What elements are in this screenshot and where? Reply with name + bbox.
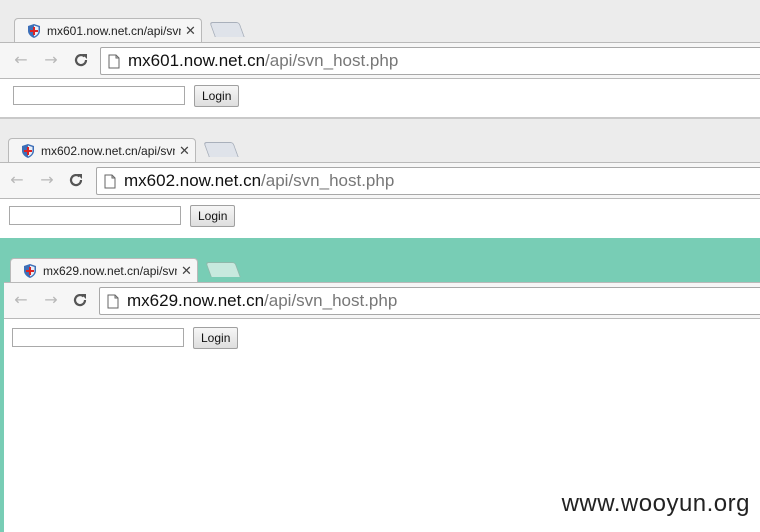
url-text: mx602.now.net.cn/api/svn_host.php: [124, 171, 394, 191]
url-path: /api/svn_host.php: [265, 51, 399, 70]
close-icon[interactable]: ✕: [185, 25, 196, 38]
reload-icon[interactable]: [72, 51, 90, 69]
tab-title: mx602.now.net.cn/api/svn_host.php: [41, 144, 175, 158]
reload-icon[interactable]: [67, 171, 85, 189]
reload-icon[interactable]: [71, 291, 89, 309]
password-input[interactable]: [9, 206, 181, 225]
tab-strip: mx629.now.net.cn/api/svn_host.php ✕: [0, 254, 760, 283]
page-icon: [108, 54, 120, 68]
url-text: mx601.now.net.cn/api/svn_host.php: [128, 51, 398, 71]
new-tab-button[interactable]: [205, 262, 241, 277]
url-path: /api/svn_host.php: [264, 291, 398, 310]
forward-arrow-icon[interactable]: →: [42, 291, 60, 309]
toolbar: ← → mx602.now.net.cn/api/svn_host.php: [0, 162, 760, 199]
shield-favicon-icon: [24, 264, 36, 278]
address-bar[interactable]: mx601.now.net.cn/api/svn_host.php: [100, 47, 760, 75]
tab-mx602[interactable]: mx602.now.net.cn/api/svn_host.php ✕: [8, 138, 196, 163]
forward-arrow-icon[interactable]: →: [38, 171, 56, 189]
shield-favicon-icon: [22, 144, 34, 158]
login-button[interactable]: Login: [190, 205, 236, 227]
url-host: mx602.now.net.cn: [124, 171, 262, 190]
forward-arrow-icon[interactable]: →: [42, 51, 60, 69]
browser-window-1: mx601.now.net.cn/api/svn_host.php ✕ ← → …: [0, 0, 760, 118]
shield-favicon-icon: [28, 24, 40, 38]
browser-window-2: mx602.now.net.cn/api/svn_host.php ✕ ← → …: [0, 119, 760, 238]
page-icon: [107, 294, 119, 308]
url-host: mx601.now.net.cn: [128, 51, 266, 70]
browser-window-3: mx629.now.net.cn/api/svn_host.php ✕ ← → …: [0, 238, 760, 532]
tab-mx629[interactable]: mx629.now.net.cn/api/svn_host.php ✕: [10, 258, 198, 283]
page-content: Login: [0, 198, 760, 238]
password-input[interactable]: [13, 86, 185, 105]
back-arrow-icon[interactable]: ←: [12, 51, 30, 69]
password-input[interactable]: [12, 328, 184, 347]
tab-strip: mx602.now.net.cn/api/svn_host.php ✕: [0, 134, 760, 163]
new-tab-button[interactable]: [203, 142, 239, 157]
page-content: Login: [0, 78, 760, 118]
address-bar[interactable]: mx602.now.net.cn/api/svn_host.php: [96, 167, 760, 195]
close-icon[interactable]: ✕: [179, 145, 190, 158]
url-host: mx629.now.net.cn: [127, 291, 265, 310]
tab-mx601[interactable]: mx601.now.net.cn/api/svn_host.php ✕: [14, 18, 202, 43]
back-arrow-icon[interactable]: ←: [8, 171, 26, 189]
toolbar: ← → mx629.now.net.cn/api/svn_host.php: [4, 282, 760, 319]
page-icon: [104, 174, 116, 188]
close-icon[interactable]: ✕: [181, 265, 192, 278]
tab-title: mx601.now.net.cn/api/svn_host.php: [47, 24, 181, 38]
address-bar[interactable]: mx629.now.net.cn/api/svn_host.php: [99, 287, 760, 315]
tab-title: mx629.now.net.cn/api/svn_host.php: [43, 264, 177, 278]
url-text: mx629.now.net.cn/api/svn_host.php: [127, 291, 397, 311]
url-path: /api/svn_host.php: [261, 171, 395, 190]
back-arrow-icon[interactable]: ←: [12, 291, 30, 309]
new-tab-button[interactable]: [209, 22, 245, 37]
watermark: www.wooyun.org: [561, 490, 750, 517]
toolbar: ← → mx601.now.net.cn/api/svn_host.php: [0, 42, 760, 79]
login-button[interactable]: Login: [194, 85, 240, 107]
tab-strip: mx601.now.net.cn/api/svn_host.php ✕: [0, 14, 760, 43]
login-button[interactable]: Login: [193, 327, 239, 349]
